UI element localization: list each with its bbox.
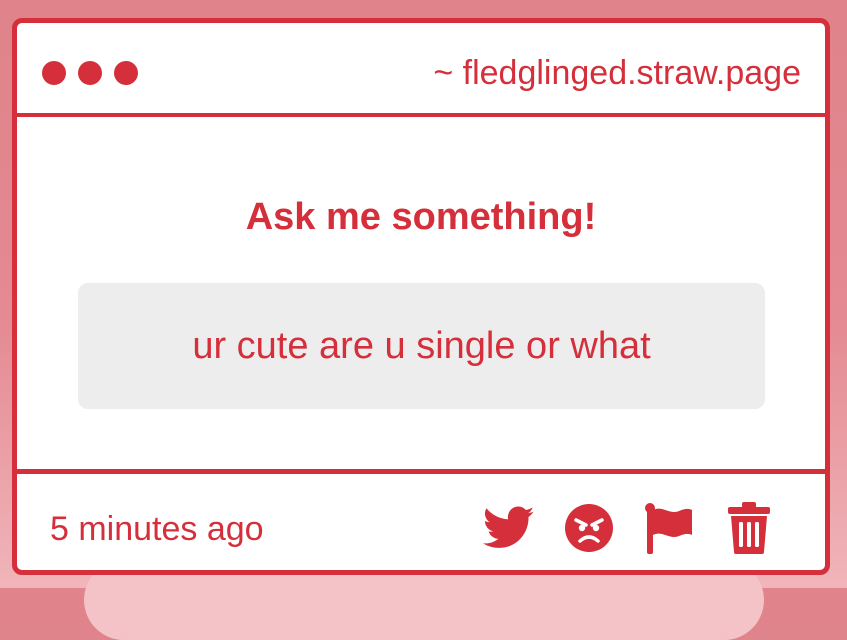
question-card: ~ fledglinged.straw.page Ask me somethin… bbox=[12, 18, 830, 575]
window-dot-2[interactable] bbox=[78, 61, 102, 85]
angry-face-icon bbox=[565, 504, 613, 552]
window-dot-1[interactable] bbox=[42, 61, 66, 85]
window-dot-3[interactable] bbox=[114, 61, 138, 85]
question-box: ur cute are u single or what bbox=[78, 283, 765, 409]
timestamp: 5 minutes ago bbox=[50, 510, 264, 548]
page-title: Ask me something! bbox=[245, 196, 597, 238]
site-url[interactable]: ~ fledglinged.straw.page bbox=[433, 53, 801, 93]
flag-icon bbox=[645, 503, 692, 554]
card-footer: 5 minutes ago bbox=[17, 469, 825, 570]
question-content: Ask me something! ur cute are u single o… bbox=[17, 117, 825, 469]
block-sender-button[interactable] bbox=[561, 500, 617, 556]
share-twitter-button[interactable] bbox=[481, 500, 537, 556]
twitter-icon bbox=[483, 506, 535, 548]
action-bar bbox=[481, 500, 781, 556]
window-titlebar: ~ fledglinged.straw.page bbox=[17, 23, 825, 117]
delete-button[interactable] bbox=[721, 500, 777, 556]
report-button[interactable] bbox=[641, 500, 697, 556]
question-text: ur cute are u single or what bbox=[192, 325, 651, 367]
trash-icon bbox=[728, 502, 770, 554]
window-controls bbox=[42, 61, 150, 85]
